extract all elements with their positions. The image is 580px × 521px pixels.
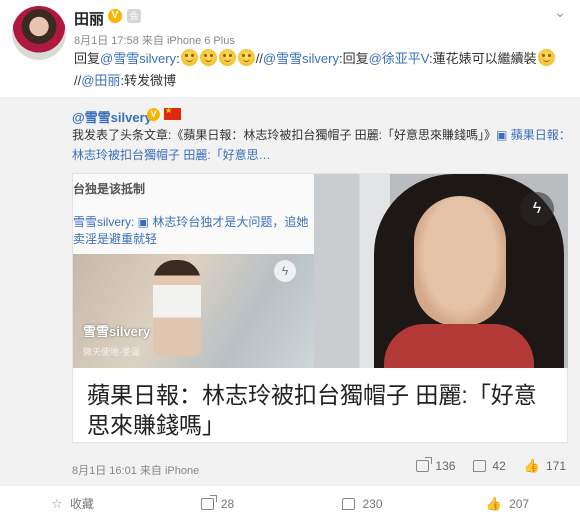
smiley-emoji-icon: [537, 49, 555, 66]
smiley-emoji-icon: [237, 49, 255, 66]
repost-comment-stat[interactable]: 42: [473, 458, 506, 474]
post-text-segment: :回复: [338, 51, 369, 66]
repost-text: 我发表了头条文章:《蘋果日報：林志玲被扣台獨帽子 田麗:「好意思來賺錢嗎」》▣ …: [72, 125, 572, 165]
comment-count: 230: [362, 496, 383, 511]
smiley-emoji-icon: [218, 49, 236, 66]
post-source: 来自 iPhone 6 Plus: [141, 35, 235, 47]
article-card[interactable]: 台独是该抵制 雪雪silvery: ▣ 林志玲台独才是大问题，追她卖淫是避重就轻…: [72, 173, 568, 443]
repost-box[interactable]: @雪雪silvery V 我发表了头条文章:《蘋果日報：林志玲被扣台獨帽子 田麗…: [0, 97, 580, 485]
share-button[interactable]: 28: [145, 486, 290, 521]
repost-source: 来自 iPhone: [139, 465, 200, 477]
repost-comment-count: 42: [492, 459, 506, 473]
repost-time[interactable]: 8月1日 16:01: [72, 465, 137, 477]
share-icon: [200, 494, 217, 510]
thumb-header: 台独是该抵制: [73, 182, 146, 196]
smiley-emoji-icon: [180, 49, 198, 66]
star-icon: ☆: [51, 495, 63, 511]
like-button[interactable]: 👍 207: [435, 486, 580, 521]
chevron-down-icon[interactable]: ⌄: [554, 4, 566, 21]
thumb-quote: 雪雪silvery: ▣ 林志玲台独才是大问题，追她卖淫是避重就轻: [73, 215, 309, 246]
dancer-figure: [153, 260, 201, 356]
repost-meta: 8月1日 16:01 来自 iPhone: [72, 462, 199, 478]
repost-like-stat[interactable]: 👍 171: [524, 458, 566, 474]
post-meta: 8月1日 17:58 来自 iPhone 6 Plus: [74, 32, 235, 48]
portrait-shirt: [384, 324, 534, 368]
repost-share-stat[interactable]: 136: [416, 457, 456, 474]
thumb-caption: 雪雪silvery: [83, 324, 151, 339]
repost-username[interactable]: @雪雪silvery: [72, 107, 152, 126]
repost-verified-badge-icon: V: [147, 108, 160, 121]
action-bar: ☆ 收藏 28 230 👍 207: [0, 485, 580, 521]
post-link[interactable]: @雪雪silvery: [100, 51, 176, 66]
article-thumbnail: 台独是该抵制 雪雪silvery: ▣ 林志玲台独才是大问题，追她卖淫是避重就轻…: [73, 174, 314, 368]
like-count: 207: [509, 496, 530, 511]
repost-stats: 136 42 👍 171: [416, 457, 566, 474]
china-flag-icon: [164, 106, 181, 120]
post-link[interactable]: @徐亚平V: [369, 51, 429, 66]
verified-badge-icon: V: [108, 9, 122, 23]
member-icon[interactable]: 会: [127, 9, 141, 23]
thumbs-up-icon: 👍: [523, 458, 540, 473]
post-text-segment: //: [255, 51, 263, 66]
comment-icon: [342, 497, 356, 510]
post-username[interactable]: 田丽: [74, 8, 104, 29]
lightning-icon[interactable]: ϟ: [520, 192, 554, 226]
favorite-label: 收藏: [69, 497, 94, 511]
post-link[interactable]: @雪雪silvery: [263, 51, 339, 66]
article-photo: ϟ: [314, 174, 568, 368]
comment-button[interactable]: 230: [290, 486, 435, 521]
favorite-button[interactable]: ☆ 收藏: [0, 486, 145, 521]
share-icon: [416, 457, 433, 472]
repost-text-segment: 我发表了头条文章:《蘋果日報：林志玲被扣台獨帽子 田麗:「好意思來賺錢嗎」》: [72, 128, 497, 142]
thumbs-up-icon: 👍: [485, 495, 503, 511]
post-text: 回复@雪雪silvery://@雪雪silvery:回复@徐亚平V:蓮花婊可以繼…: [74, 48, 574, 92]
post-link[interactable]: @田丽: [81, 73, 120, 88]
smiley-emoji-icon: [199, 49, 217, 66]
post-text-segment: :: [176, 51, 180, 66]
post-text-segment: 回复: [74, 51, 101, 66]
post-time[interactable]: 8月1日 17:58: [74, 35, 139, 47]
post-text-segment: :转发微博: [120, 73, 177, 88]
avatar[interactable]: [12, 6, 66, 60]
share-count: 28: [220, 496, 235, 511]
article-title[interactable]: 蘋果日報：林志玲被扣台獨帽子 田麗:「好意思來賺錢嗎」: [87, 380, 557, 440]
thumb-photo: 雪雪silvery 微天使地-圣诞 ϟ: [73, 254, 314, 368]
thumb-credit: 微天使地-圣诞: [83, 347, 140, 357]
post-text-segment: :蓮花婊可以繼續裝: [428, 51, 537, 66]
comment-icon: [473, 460, 487, 472]
lightning-icon: ϟ: [274, 260, 296, 282]
portrait-face: [414, 196, 506, 326]
repost-share-count: 136: [435, 459, 456, 473]
repost-like-count: 171: [545, 459, 566, 473]
